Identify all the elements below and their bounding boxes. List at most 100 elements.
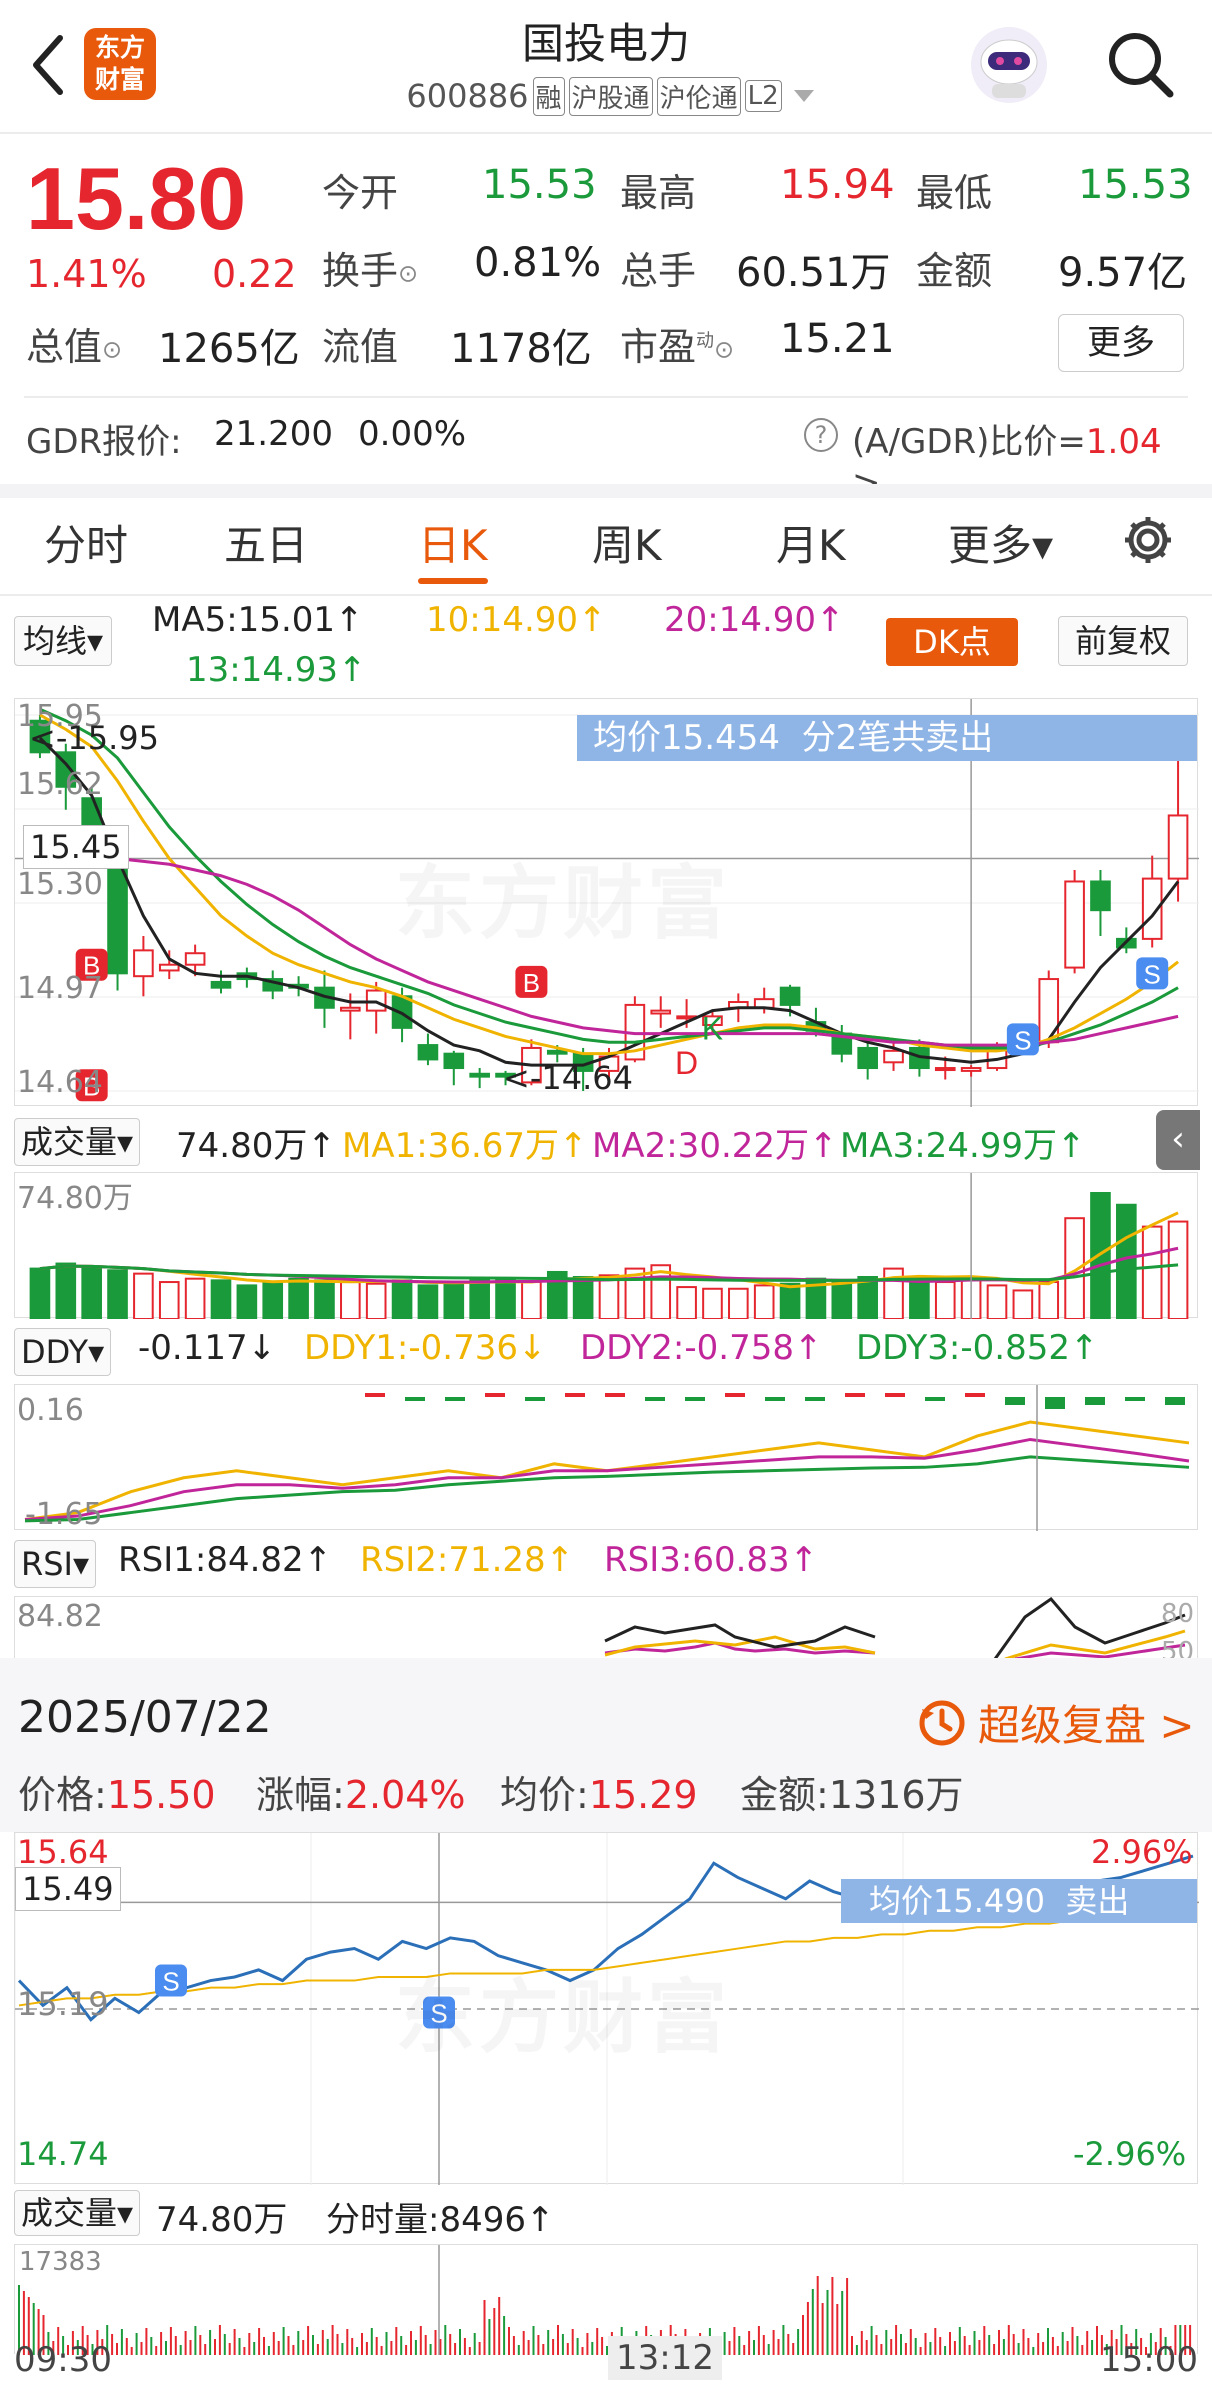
info-icon[interactable]: ⊙ — [102, 336, 122, 364]
question-icon[interactable]: ? — [804, 418, 838, 452]
tag-l2: L2 — [744, 80, 782, 112]
tab-monthly-k[interactable]: 月K — [776, 512, 846, 573]
intraday-volume-value: 74.80万 — [156, 2200, 288, 2240]
rsi-axis-top: 84.82 — [17, 1599, 103, 1634]
ddy-value: -0.117↓ — [138, 1328, 277, 1368]
tag-rong: 融 — [532, 76, 565, 116]
ddy-bar — [1165, 1397, 1185, 1405]
replay-link[interactable]: 超级复盘 > — [916, 1692, 1195, 1753]
volume-bar — [314, 1279, 335, 1319]
axis-y3: 14.97 — [17, 971, 103, 1006]
candle-body — [960, 1067, 982, 1072]
info-icon[interactable]: ⊙ — [714, 336, 734, 364]
ddy3-legend: DDY3:-0.852↑ — [856, 1328, 1099, 1368]
stat-volume-label: 总手 — [620, 249, 697, 293]
minute-volume: 分时量:8496↑ — [326, 2200, 555, 2240]
kline-chart[interactable]: BBBSSKD 东方财富 15.95 <-15.95 15.62 15.45 1… — [14, 698, 1199, 1107]
volume-bar — [572, 1276, 594, 1319]
ddy-bar — [405, 1397, 425, 1401]
ma-selector[interactable]: 均线▾ — [14, 616, 113, 666]
tab-daily-k[interactable]: 日K — [418, 512, 488, 573]
candle-body — [417, 1044, 439, 1061]
intraday-axis-top: 15.64 — [17, 1833, 109, 1871]
rsi3-legend: RSI3:60.83↑ — [604, 1540, 819, 1580]
ddy-selector[interactable]: DDY▾ — [14, 1328, 112, 1376]
rsi-axis-r2: 50 — [1161, 1637, 1195, 1658]
trade-signal-marker: B — [515, 965, 548, 998]
gear-icon[interactable] — [1120, 512, 1176, 568]
intraday-axis-bottom-pct: -2.96% — [1073, 2135, 1187, 2173]
ddy-bar — [1085, 1397, 1105, 1405]
collapse-icon[interactable]: ‹ — [1156, 1110, 1200, 1170]
volume-bar — [107, 1269, 128, 1319]
candle-body — [934, 1067, 956, 1072]
candle-body — [1167, 814, 1189, 880]
tab-active-underline — [418, 578, 488, 584]
dk-button[interactable]: DK点 — [886, 618, 1018, 666]
trade-tooltip: 均价15.454 分2笔共卖出 — [577, 715, 1197, 761]
volume-bar — [986, 1284, 1008, 1319]
volume-selector[interactable]: 成交量▾ — [14, 1118, 141, 1166]
tab-weekly-k[interactable]: 周K — [592, 512, 662, 573]
ddy-bar — [685, 1397, 705, 1401]
volume-bar — [934, 1281, 956, 1319]
candle-body — [184, 952, 206, 966]
vol-ma2: MA2:30.22万↑ — [592, 1126, 838, 1166]
ddy-axis-bottom: -1.65 — [25, 1497, 103, 1532]
volume-value: 74.80万↑ — [176, 1126, 336, 1166]
volume-bar — [1064, 1217, 1085, 1319]
adjust-button[interactable]: 前复权 — [1058, 616, 1188, 666]
ma10-legend: 10:14.90↑ — [426, 600, 607, 640]
candle-body — [158, 963, 180, 972]
trade-signal-marker: S — [155, 1964, 187, 1997]
stat-low-value: 15.53 — [1078, 162, 1193, 208]
stat-turnover-value: 0.81% — [474, 240, 602, 286]
candle-body — [1090, 880, 1111, 912]
ddy-bar — [445, 1397, 465, 1401]
robot-assistant-icon[interactable] — [966, 22, 1052, 108]
info-icon[interactable]: ⊙ — [398, 260, 418, 288]
volume-bar — [210, 1279, 232, 1319]
chevron-left-icon[interactable] — [22, 30, 72, 100]
more-button[interactable]: 更多 — [1058, 314, 1184, 372]
intraday-chg: 涨幅:2.04% — [256, 1773, 466, 1817]
intraday-tooltip: 均价15.490 卖出 — [841, 1879, 1197, 1923]
rsi-selector[interactable]: RSI▾ — [14, 1540, 97, 1588]
intraday-volume-chart: 17383 — [14, 2244, 1198, 2355]
volume-bar — [909, 1276, 930, 1319]
intraday-stats: 价格:15.50 — [18, 1773, 216, 1817]
stat-open-label: 今开 — [322, 171, 399, 215]
vol-ma3: MA3:24.99万↑ — [840, 1126, 1086, 1166]
intraday-chart[interactable]: SS 东方财富 15.64 2.96% 15.49 15.19 14.74 -2… — [14, 1832, 1199, 2185]
ddy-bar — [845, 1393, 865, 1397]
volume-bar — [417, 1284, 439, 1319]
tab-five-day[interactable]: 五日 — [224, 512, 308, 573]
gdr-row[interactable]: GDR报价: 21.200 0.00% ? (A/GDR)比价=1.04 > — [26, 414, 1186, 503]
stock-code-row: 600886 融 沪股通 沪伦通 L2 — [370, 74, 850, 118]
intraday-watermark: 东方财富 — [395, 1953, 731, 2069]
dropdown-icon[interactable] — [793, 90, 814, 102]
rsi1-legend: RSI1:84.82↑ — [118, 1540, 333, 1580]
volume-bar — [29, 1267, 51, 1319]
stat-low-label: 最低 — [916, 171, 993, 215]
search-icon[interactable] — [1104, 28, 1176, 100]
volume-bar — [1090, 1192, 1111, 1319]
stat-high-value: 15.94 — [780, 162, 895, 208]
volume-bar — [443, 1281, 465, 1319]
intraday-volume-selector[interactable]: 成交量▾ — [14, 2190, 141, 2236]
tab-more[interactable]: 更多▾ — [948, 512, 1053, 573]
rsi-chart: 84.82 80 50 — [14, 1596, 1198, 1658]
ddy-bar — [925, 1397, 945, 1401]
volume-bar — [1012, 1289, 1034, 1319]
stat-turnover-label: 换手⊙ — [322, 249, 419, 293]
ddy-bar — [885, 1393, 905, 1397]
ddy-bar — [1125, 1397, 1145, 1401]
volume-bar — [1167, 1220, 1189, 1319]
intraday-avg: 均价:15.29 — [500, 1773, 698, 1817]
change-amount: 0.22 — [212, 252, 297, 296]
volume-bar — [857, 1276, 878, 1319]
tab-intraday[interactable]: 分时 — [44, 512, 128, 573]
ddy-bar — [1045, 1397, 1065, 1409]
ddy-bar — [725, 1393, 745, 1397]
volume-bar — [495, 1279, 516, 1319]
